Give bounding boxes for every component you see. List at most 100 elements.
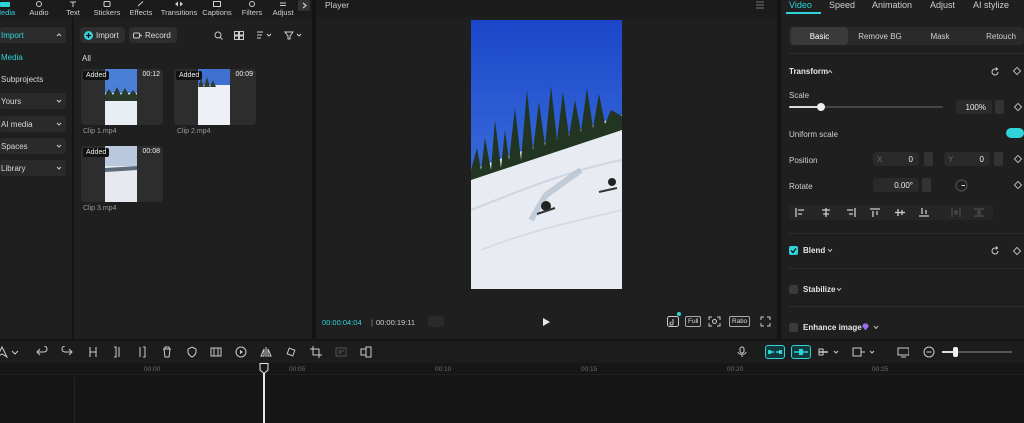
microphone-icon[interactable] xyxy=(737,346,749,358)
align-right-icon[interactable] xyxy=(846,208,856,217)
preview-quality-icon[interactable] xyxy=(897,346,909,358)
crop-icon[interactable] xyxy=(310,346,322,358)
trim-right-icon[interactable] xyxy=(136,346,148,358)
clip-thumbnail[interactable]: Added 00:08 xyxy=(81,146,163,202)
tab-video[interactable]: Video xyxy=(789,0,812,10)
play-circle-icon[interactable] xyxy=(235,346,247,358)
mirror-icon[interactable] xyxy=(260,346,272,358)
align-bottom-icon[interactable] xyxy=(919,208,929,217)
transform-section-title[interactable]: Transform xyxy=(789,67,828,76)
position-y-field[interactable]: Y 0 xyxy=(944,152,990,166)
subtab-retouch[interactable]: Retouch xyxy=(971,27,1024,45)
rotate-dial-icon[interactable] xyxy=(955,179,968,192)
select-cursor-icon[interactable] xyxy=(0,346,8,358)
enhance-image-label[interactable]: Enhance image xyxy=(803,323,862,332)
redo-icon[interactable] xyxy=(61,346,73,358)
sidebar-item-subprojects[interactable]: Subprojects xyxy=(0,71,66,87)
sidebar-item-spaces[interactable]: Spaces xyxy=(0,138,66,154)
tool-text[interactable]: Text xyxy=(56,0,90,17)
reset-icon[interactable] xyxy=(990,67,1000,77)
chevron-down-icon[interactable] xyxy=(827,248,833,253)
rotate-value-field[interactable]: 0.00° xyxy=(873,178,919,192)
sidebar-item-ai-media[interactable]: AI media xyxy=(0,116,66,132)
tool-adjust[interactable]: Adjust xyxy=(266,0,300,17)
linkage-icon[interactable] xyxy=(818,346,842,358)
blend-checkbox[interactable] xyxy=(789,246,798,255)
sidebar-item-yours[interactable]: Yours xyxy=(0,93,66,109)
full-quality-button[interactable]: Full xyxy=(685,316,702,327)
zoom-slider-track[interactable] xyxy=(942,347,1012,357)
tab-animation[interactable]: Animation xyxy=(872,0,912,10)
chevron-up-icon[interactable] xyxy=(827,69,833,74)
clip-thumbnail[interactable]: Added 00:12 xyxy=(81,69,163,125)
tab-speed[interactable]: Speed xyxy=(829,0,855,10)
preview-axis-icon[interactable] xyxy=(852,346,878,358)
sort-icon[interactable] xyxy=(256,31,272,40)
menu-icon[interactable] xyxy=(755,1,765,9)
chevron-down-icon[interactable] xyxy=(873,325,879,330)
ratio-button[interactable]: Ratio xyxy=(729,316,751,327)
subtab-basic[interactable]: Basic xyxy=(791,27,848,45)
tool-stickers[interactable]: Stickers xyxy=(90,0,124,17)
shield-icon[interactable] xyxy=(186,346,198,358)
play-icon[interactable] xyxy=(542,317,551,327)
fullscreen-icon[interactable] xyxy=(760,316,771,327)
stabilize-label[interactable]: Stabilize xyxy=(803,285,835,294)
align-center-v-icon[interactable] xyxy=(895,208,905,217)
timeline[interactable]: 00:00 00:05 00:10 00:15 00:20 00:25 xyxy=(0,363,1024,423)
chevron-down-icon[interactable] xyxy=(11,346,23,358)
align-center-h-icon[interactable] xyxy=(821,208,831,217)
tab-adjust[interactable]: Adjust xyxy=(930,0,955,10)
sidebar-item-import[interactable]: Import xyxy=(0,27,66,43)
delete-icon[interactable] xyxy=(161,346,173,358)
import-button[interactable]: Import xyxy=(80,27,125,43)
tool-media[interactable]: Media xyxy=(0,0,22,17)
caption-edit-icon[interactable] xyxy=(335,346,347,358)
enhance-image-checkbox[interactable] xyxy=(789,323,798,332)
search-icon[interactable] xyxy=(214,31,223,40)
subtab-remove-bg[interactable]: Remove BG xyxy=(851,27,909,45)
undo-icon[interactable] xyxy=(36,346,48,358)
rotate-stepper[interactable] xyxy=(922,178,931,192)
filter-icon[interactable] xyxy=(284,31,302,40)
position-x-field[interactable]: X 0 xyxy=(873,152,919,166)
scale-slider-track[interactable] xyxy=(789,103,943,111)
align-left-icon[interactable] xyxy=(795,208,805,217)
distribute-v-icon[interactable] xyxy=(974,208,984,217)
video-preview[interactable] xyxy=(471,20,622,289)
distribute-h-icon[interactable] xyxy=(951,208,961,217)
grid-view-icon[interactable] xyxy=(234,31,244,40)
clip-thumbnail[interactable]: Added 00:09 xyxy=(174,69,256,125)
replace-icon[interactable] xyxy=(360,346,372,358)
stabilize-checkbox[interactable] xyxy=(789,285,798,294)
auto-snap-button[interactable] xyxy=(791,345,811,359)
filter-all-label[interactable]: All xyxy=(82,54,91,63)
scale-value-field[interactable]: 100% xyxy=(956,100,992,114)
chevron-down-icon[interactable] xyxy=(836,287,842,292)
uniform-scale-toggle[interactable] xyxy=(1006,128,1024,138)
tool-transitions[interactable]: Transitions xyxy=(161,0,197,17)
tool-audio[interactable]: Audio xyxy=(22,0,56,17)
scale-stepper[interactable] xyxy=(995,100,1004,114)
playhead-handle-icon[interactable] xyxy=(259,363,269,374)
align-top-icon[interactable] xyxy=(870,208,880,217)
tool-effects[interactable]: Effects xyxy=(124,0,158,17)
main-track-magnet-button[interactable] xyxy=(765,345,785,359)
subtab-mask[interactable]: Mask xyxy=(911,27,969,45)
record-button[interactable]: Record xyxy=(129,27,177,43)
trim-left-icon[interactable] xyxy=(111,346,123,358)
zoom-slider-thumb[interactable] xyxy=(953,347,958,357)
screenshot-icon[interactable] xyxy=(708,316,721,327)
rotate-icon[interactable] xyxy=(285,346,297,358)
zoom-out-icon[interactable] xyxy=(923,346,935,358)
timecode-toggle[interactable] xyxy=(428,316,444,327)
tool-captions[interactable]: Captions xyxy=(200,0,234,17)
blend-label[interactable]: Blend xyxy=(803,246,825,255)
position-x-stepper[interactable] xyxy=(924,152,933,166)
split-icon[interactable] xyxy=(87,346,99,358)
tab-ai-stylize[interactable]: AI stylize xyxy=(973,0,1009,10)
tool-filters[interactable]: Filters xyxy=(235,0,269,17)
sidebar-item-library[interactable]: Library xyxy=(0,160,66,176)
sidebar-item-media[interactable]: Media xyxy=(0,49,66,65)
tiktok-icon[interactable] xyxy=(667,316,679,327)
